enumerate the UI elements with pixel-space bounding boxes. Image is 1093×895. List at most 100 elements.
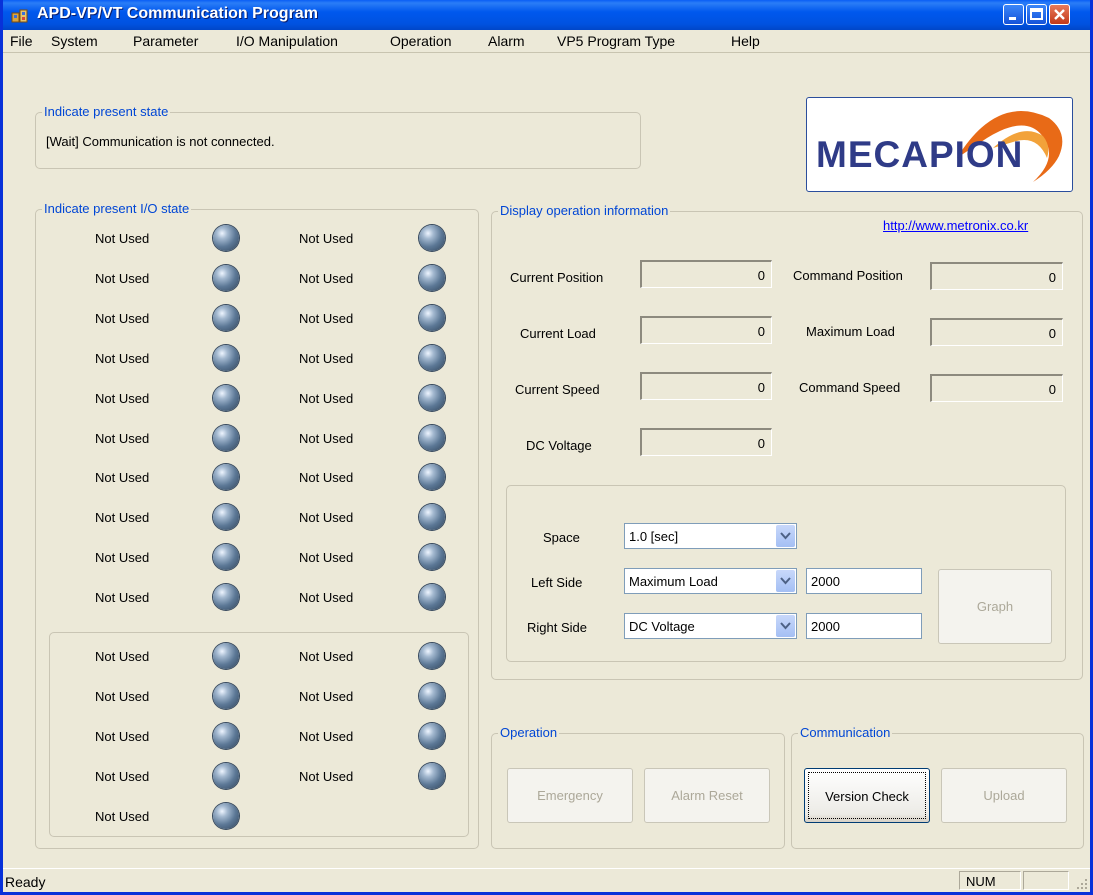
io-label: Not Used [299, 689, 354, 704]
current-load-field: 0 [640, 316, 772, 344]
io-indicator-led-icon [213, 643, 239, 669]
io-label: Not Used [299, 590, 354, 606]
current-position-label: Current Position [510, 270, 604, 285]
current-load-label: Current Load [520, 326, 596, 341]
space-select[interactable]: 1.0 [sec] [624, 523, 797, 549]
emergency-button[interactable]: Emergency [507, 768, 633, 823]
io-label: Not Used [95, 769, 150, 784]
close-icon [1054, 9, 1065, 20]
io-label: Not Used [95, 809, 150, 824]
io-indicator-led-icon [419, 384, 445, 411]
io-label: Not Used [299, 310, 354, 326]
left-side-select[interactable]: Maximum Load [624, 568, 797, 594]
space-select-value: 1.0 [sec] [629, 529, 679, 544]
command-position-label: Command Position [793, 268, 903, 283]
io-indicator-led-icon [213, 763, 239, 789]
upload-button[interactable]: Upload [941, 768, 1067, 823]
io-state-title: Indicate present I/O state [42, 201, 192, 216]
version-check-button[interactable]: Version Check [804, 768, 930, 823]
io-label: Not Used [299, 350, 354, 366]
io-indicator-led-icon [213, 264, 239, 291]
status-bar: Ready NUM [3, 868, 1090, 892]
current-speed-field: 0 [640, 372, 772, 400]
io-indicator-led-icon [419, 264, 445, 291]
io-label: Not Used [299, 649, 354, 664]
maximum-load-field: 0 [930, 318, 1063, 346]
menu-file[interactable]: File [10, 33, 33, 49]
io-indicator-led-icon [419, 304, 445, 331]
right-side-select[interactable]: DC Voltage [624, 613, 797, 639]
dc-voltage-field: 0 [640, 428, 772, 456]
version-check-label: Version Check [825, 789, 909, 804]
command-position-field: 0 [930, 262, 1063, 290]
status-cell-empty [1023, 871, 1069, 890]
menu-system[interactable]: System [51, 33, 98, 49]
dc-voltage-label: DC Voltage [526, 438, 592, 453]
command-speed-field: 0 [930, 374, 1063, 402]
space-dropdown-button[interactable] [776, 525, 795, 547]
menu-help[interactable]: Help [731, 33, 760, 49]
right-side-input[interactable]: 2000 [806, 613, 922, 639]
maximize-button[interactable] [1026, 4, 1047, 25]
io-indicator-led-icon [213, 424, 239, 451]
io-label: Not Used [95, 430, 150, 446]
communication-title: Communication [798, 725, 893, 740]
command-speed-label: Command Speed [799, 380, 901, 395]
chevron-down-icon [780, 577, 791, 585]
graph-button[interactable]: Graph [938, 569, 1052, 644]
app-window: APD-VP/VT Communication Program File Sys… [0, 0, 1093, 895]
mecapion-logo: MECAPION [806, 97, 1073, 192]
io-label: Not Used [95, 550, 150, 566]
io-label: Not Used [95, 350, 150, 366]
resize-grip-icon[interactable] [1075, 877, 1089, 891]
io-indicator-led-icon [213, 384, 239, 411]
io-indicator-led-icon [213, 584, 239, 611]
left-side-input[interactable]: 2000 [806, 568, 922, 594]
io-label: Not Used [95, 510, 150, 526]
io-label: Not Used [95, 390, 150, 406]
website-link[interactable]: http://www.metronix.co.kr [883, 218, 1028, 233]
chevron-down-icon [780, 622, 791, 630]
io-indicator-led-icon [419, 763, 445, 789]
io-label: Not Used [299, 270, 354, 286]
io-indicator-led-icon [213, 683, 239, 709]
minimize-button[interactable] [1003, 4, 1024, 25]
io-label: Not Used [299, 550, 354, 566]
logo-text: MECAPION [816, 134, 1024, 175]
space-label: Space [543, 530, 580, 545]
io-label: Not Used [299, 470, 354, 486]
alarm-reset-button[interactable]: Alarm Reset [644, 768, 770, 823]
io-indicator-led-icon [419, 225, 445, 251]
menu-alarm[interactable]: Alarm [488, 33, 525, 49]
window-title: APD-VP/VT Communication Program [37, 5, 318, 22]
title-bar[interactable]: APD-VP/VT Communication Program [3, 0, 1090, 30]
io-label: Not Used [95, 590, 150, 606]
io-indicator-led-icon [419, 544, 445, 571]
present-state-title: Indicate present state [42, 104, 171, 119]
io-label: Not Used [95, 270, 150, 286]
right-side-dropdown-button[interactable] [776, 615, 795, 637]
menu-io-manipulation[interactable]: I/O Manipulation [236, 33, 338, 49]
io-label: Not Used [299, 729, 354, 744]
menu-vp5-program-type[interactable]: VP5 Program Type [557, 33, 675, 49]
close-button[interactable] [1049, 4, 1070, 25]
left-side-select-value: Maximum Load [629, 574, 718, 589]
maximum-load-label: Maximum Load [806, 324, 895, 339]
menu-parameter[interactable]: Parameter [133, 33, 198, 49]
app-icon [11, 9, 28, 23]
io-label: Not Used [95, 689, 150, 704]
io-indicator-led-icon [419, 643, 445, 669]
io-label: Not Used [95, 310, 150, 326]
io-indicator-led-icon [213, 225, 239, 251]
io-indicator-led-icon [419, 683, 445, 709]
io-indicator-led-icon [213, 803, 239, 829]
current-position-field: 0 [640, 260, 772, 288]
operation-title: Operation [498, 725, 560, 740]
left-side-dropdown-button[interactable] [776, 570, 795, 592]
menu-operation[interactable]: Operation [390, 33, 451, 49]
io-indicator-led-icon [213, 304, 239, 331]
num-lock-indicator: NUM [959, 871, 1021, 890]
io-label: Not Used [299, 430, 354, 446]
io-indicator-led-icon [213, 344, 239, 371]
io-indicator-led-icon [213, 723, 239, 749]
